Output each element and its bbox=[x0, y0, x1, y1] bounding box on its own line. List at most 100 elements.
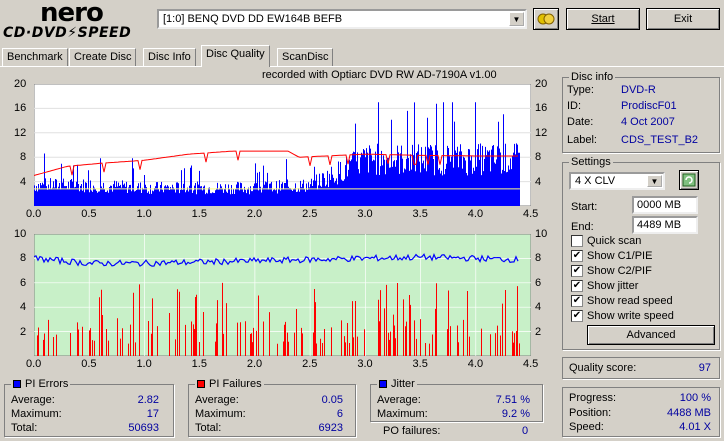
settings-panel: Settings 4 X CLV ▼ Start: 0000 MB End: 4… bbox=[562, 156, 720, 350]
refresh-icon bbox=[682, 173, 696, 187]
x-tick-label: 1.5 bbox=[191, 358, 207, 370]
pi-failures-maximum: 6 bbox=[336, 408, 343, 420]
y-tick-label-right: 4 bbox=[535, 301, 542, 314]
pi-errors-title-text: PI Errors bbox=[25, 378, 69, 390]
checkbox-label: Show write speed bbox=[587, 310, 674, 322]
red-swatch-icon bbox=[197, 380, 205, 389]
pi-failures-average: 0.05 bbox=[321, 394, 343, 406]
start-button[interactable]: Start bbox=[566, 8, 640, 30]
x-tick-label: 0.5 bbox=[81, 208, 97, 220]
y-tick-label-right: 16 bbox=[535, 102, 548, 115]
avg-label: Average: bbox=[195, 394, 239, 406]
tab-label: Disc Quality bbox=[206, 48, 265, 60]
checkbox-show-c2-pif[interactable]: ✔ Show C2/PIF bbox=[571, 265, 652, 277]
progress-label: Progress: bbox=[569, 392, 617, 404]
advanced-button[interactable]: Advanced bbox=[587, 325, 715, 345]
checkbox-show-jitter[interactable]: ✔ Show jitter bbox=[571, 280, 638, 292]
cd-dvd-speed-logo: CD·DVD⚡SPEED bbox=[3, 25, 132, 41]
y-tick-label: 8 bbox=[20, 252, 27, 265]
refresh-drive-button[interactable] bbox=[533, 8, 559, 30]
tab-strip-divider bbox=[0, 66, 724, 67]
tab-label: Disc Info bbox=[148, 51, 191, 63]
quality-score-value: 97 bbox=[698, 362, 711, 374]
chevron-down-icon[interactable]: ▼ bbox=[509, 12, 524, 26]
checkbox-quick-scan[interactable]: Quick scan bbox=[571, 235, 641, 247]
disc-info-title: Disc info bbox=[569, 71, 616, 83]
x-tick-label: 2.0 bbox=[246, 358, 263, 370]
label-label: Label: bbox=[567, 134, 597, 146]
x-tick-label: 4.5 bbox=[523, 208, 539, 220]
chart-recorder-info: recorded with Optiarc DVD RW AD-7190A v1… bbox=[262, 69, 497, 81]
checkbox-label: Quick scan bbox=[587, 235, 642, 247]
start-field[interactable]: 0000 MB bbox=[632, 196, 698, 214]
checkbox-box[interactable]: ✔ bbox=[571, 265, 583, 277]
quality-score-label: Quality score: bbox=[569, 362, 637, 374]
checkbox-box[interactable]: ✔ bbox=[571, 280, 583, 292]
exit-button-label: Exit bbox=[673, 13, 693, 25]
drive-select[interactable]: [1:0] BENQ DVD DD EW164B BEFB ▼ bbox=[157, 9, 527, 29]
label-value: CDS_TEST_B2 bbox=[621, 134, 699, 146]
checkbox-show-write-speed[interactable]: ✔ Show write speed bbox=[571, 310, 674, 322]
nero-logo: nero bbox=[40, 0, 104, 28]
end-label: End: bbox=[571, 221, 594, 233]
y-tick-label: 6 bbox=[20, 276, 27, 289]
y-tick-label: 20 bbox=[14, 78, 27, 90]
speed-value: 4.01 X bbox=[679, 421, 711, 433]
x-tick-label: 3.0 bbox=[357, 208, 373, 220]
x-tick-label: 2.0 bbox=[246, 208, 263, 220]
x-tick-label: 1.5 bbox=[191, 208, 207, 220]
checkbox-box[interactable]: ✔ bbox=[571, 310, 583, 322]
checkbox-show-read-speed[interactable]: ✔ Show read speed bbox=[571, 295, 673, 307]
chevron-down-icon[interactable]: ▼ bbox=[647, 175, 662, 187]
refresh-speed-button[interactable] bbox=[679, 170, 699, 190]
start-label: Start: bbox=[571, 201, 598, 213]
checkbox-box[interactable]: ✔ bbox=[571, 250, 583, 262]
position-value: 4488 MB bbox=[666, 407, 711, 419]
y-tick-label-right: 12 bbox=[535, 126, 548, 139]
y-tick-label: 2 bbox=[20, 325, 27, 338]
end-field[interactable]: 4489 MB bbox=[632, 216, 698, 234]
total-label: Total: bbox=[195, 422, 222, 434]
chart-background bbox=[34, 234, 531, 356]
exit-button[interactable]: Exit bbox=[646, 8, 720, 30]
drive-select-value: [1:0] BENQ DVD DD EW164B BEFB bbox=[163, 13, 343, 25]
pi-errors-panel: PI Errors Average: 2.82 Maximum: 17 Tota… bbox=[4, 378, 174, 437]
tab-create-disc[interactable]: Create Disc bbox=[69, 48, 137, 67]
y-tick-label: 4 bbox=[20, 301, 27, 314]
tab-label: Create Disc bbox=[74, 51, 132, 63]
y-tick-label: 4 bbox=[20, 175, 27, 188]
y-tick-label-right: 4 bbox=[535, 175, 542, 188]
blue-swatch-icon bbox=[379, 380, 387, 389]
x-tick-label: 4.0 bbox=[467, 358, 484, 370]
disc-info-panel: Disc info Type: DVD-R ID: ProdiscF01 Dat… bbox=[562, 71, 720, 153]
progress-value: 100 % bbox=[679, 392, 711, 404]
checkbox-show-c1-pie[interactable]: ✔ Show C1/PIE bbox=[571, 250, 652, 262]
checkbox-box[interactable]: ✔ bbox=[571, 295, 583, 307]
checkbox-box[interactable] bbox=[571, 235, 583, 247]
pi-failures-panel: PI Failures Average: 0.05 Maximum: 6 Tot… bbox=[188, 378, 356, 437]
y-tick-label: 8 bbox=[20, 151, 27, 164]
tab-benchmark[interactable]: Benchmark bbox=[2, 48, 68, 67]
checkbox-label: Show jitter bbox=[587, 280, 639, 292]
blue-swatch-icon bbox=[13, 380, 21, 389]
y-tick-label-right: 6 bbox=[535, 276, 542, 289]
settings-title: Settings bbox=[569, 156, 613, 168]
x-tick-label: 4.5 bbox=[523, 358, 539, 370]
pi-failures-chart bbox=[34, 234, 531, 356]
checkbox-label: Show read speed bbox=[587, 295, 673, 307]
max-label: Maximum: bbox=[377, 408, 428, 420]
total-label: Total: bbox=[11, 422, 38, 434]
x-tick-label: 0.0 bbox=[26, 208, 42, 220]
x-tick-label: 2.5 bbox=[302, 208, 318, 220]
y-tick-label: 16 bbox=[14, 102, 27, 115]
max-label: Maximum: bbox=[195, 408, 246, 420]
date-label: Date: bbox=[567, 116, 594, 128]
x-tick-label: 0.0 bbox=[26, 358, 42, 370]
speed-select-value: 4 X CLV bbox=[575, 175, 616, 187]
speed-select[interactable]: 4 X CLV ▼ bbox=[569, 172, 665, 190]
tab-disc-quality[interactable]: Disc Quality bbox=[201, 45, 270, 67]
tab-disc-info[interactable]: Disc Info bbox=[143, 48, 196, 67]
quality-score-panel: Quality score: 97 bbox=[562, 357, 720, 379]
y-tick-label: 10 bbox=[14, 228, 27, 240]
tab-scandisc[interactable]: ScanDisc bbox=[277, 48, 334, 67]
